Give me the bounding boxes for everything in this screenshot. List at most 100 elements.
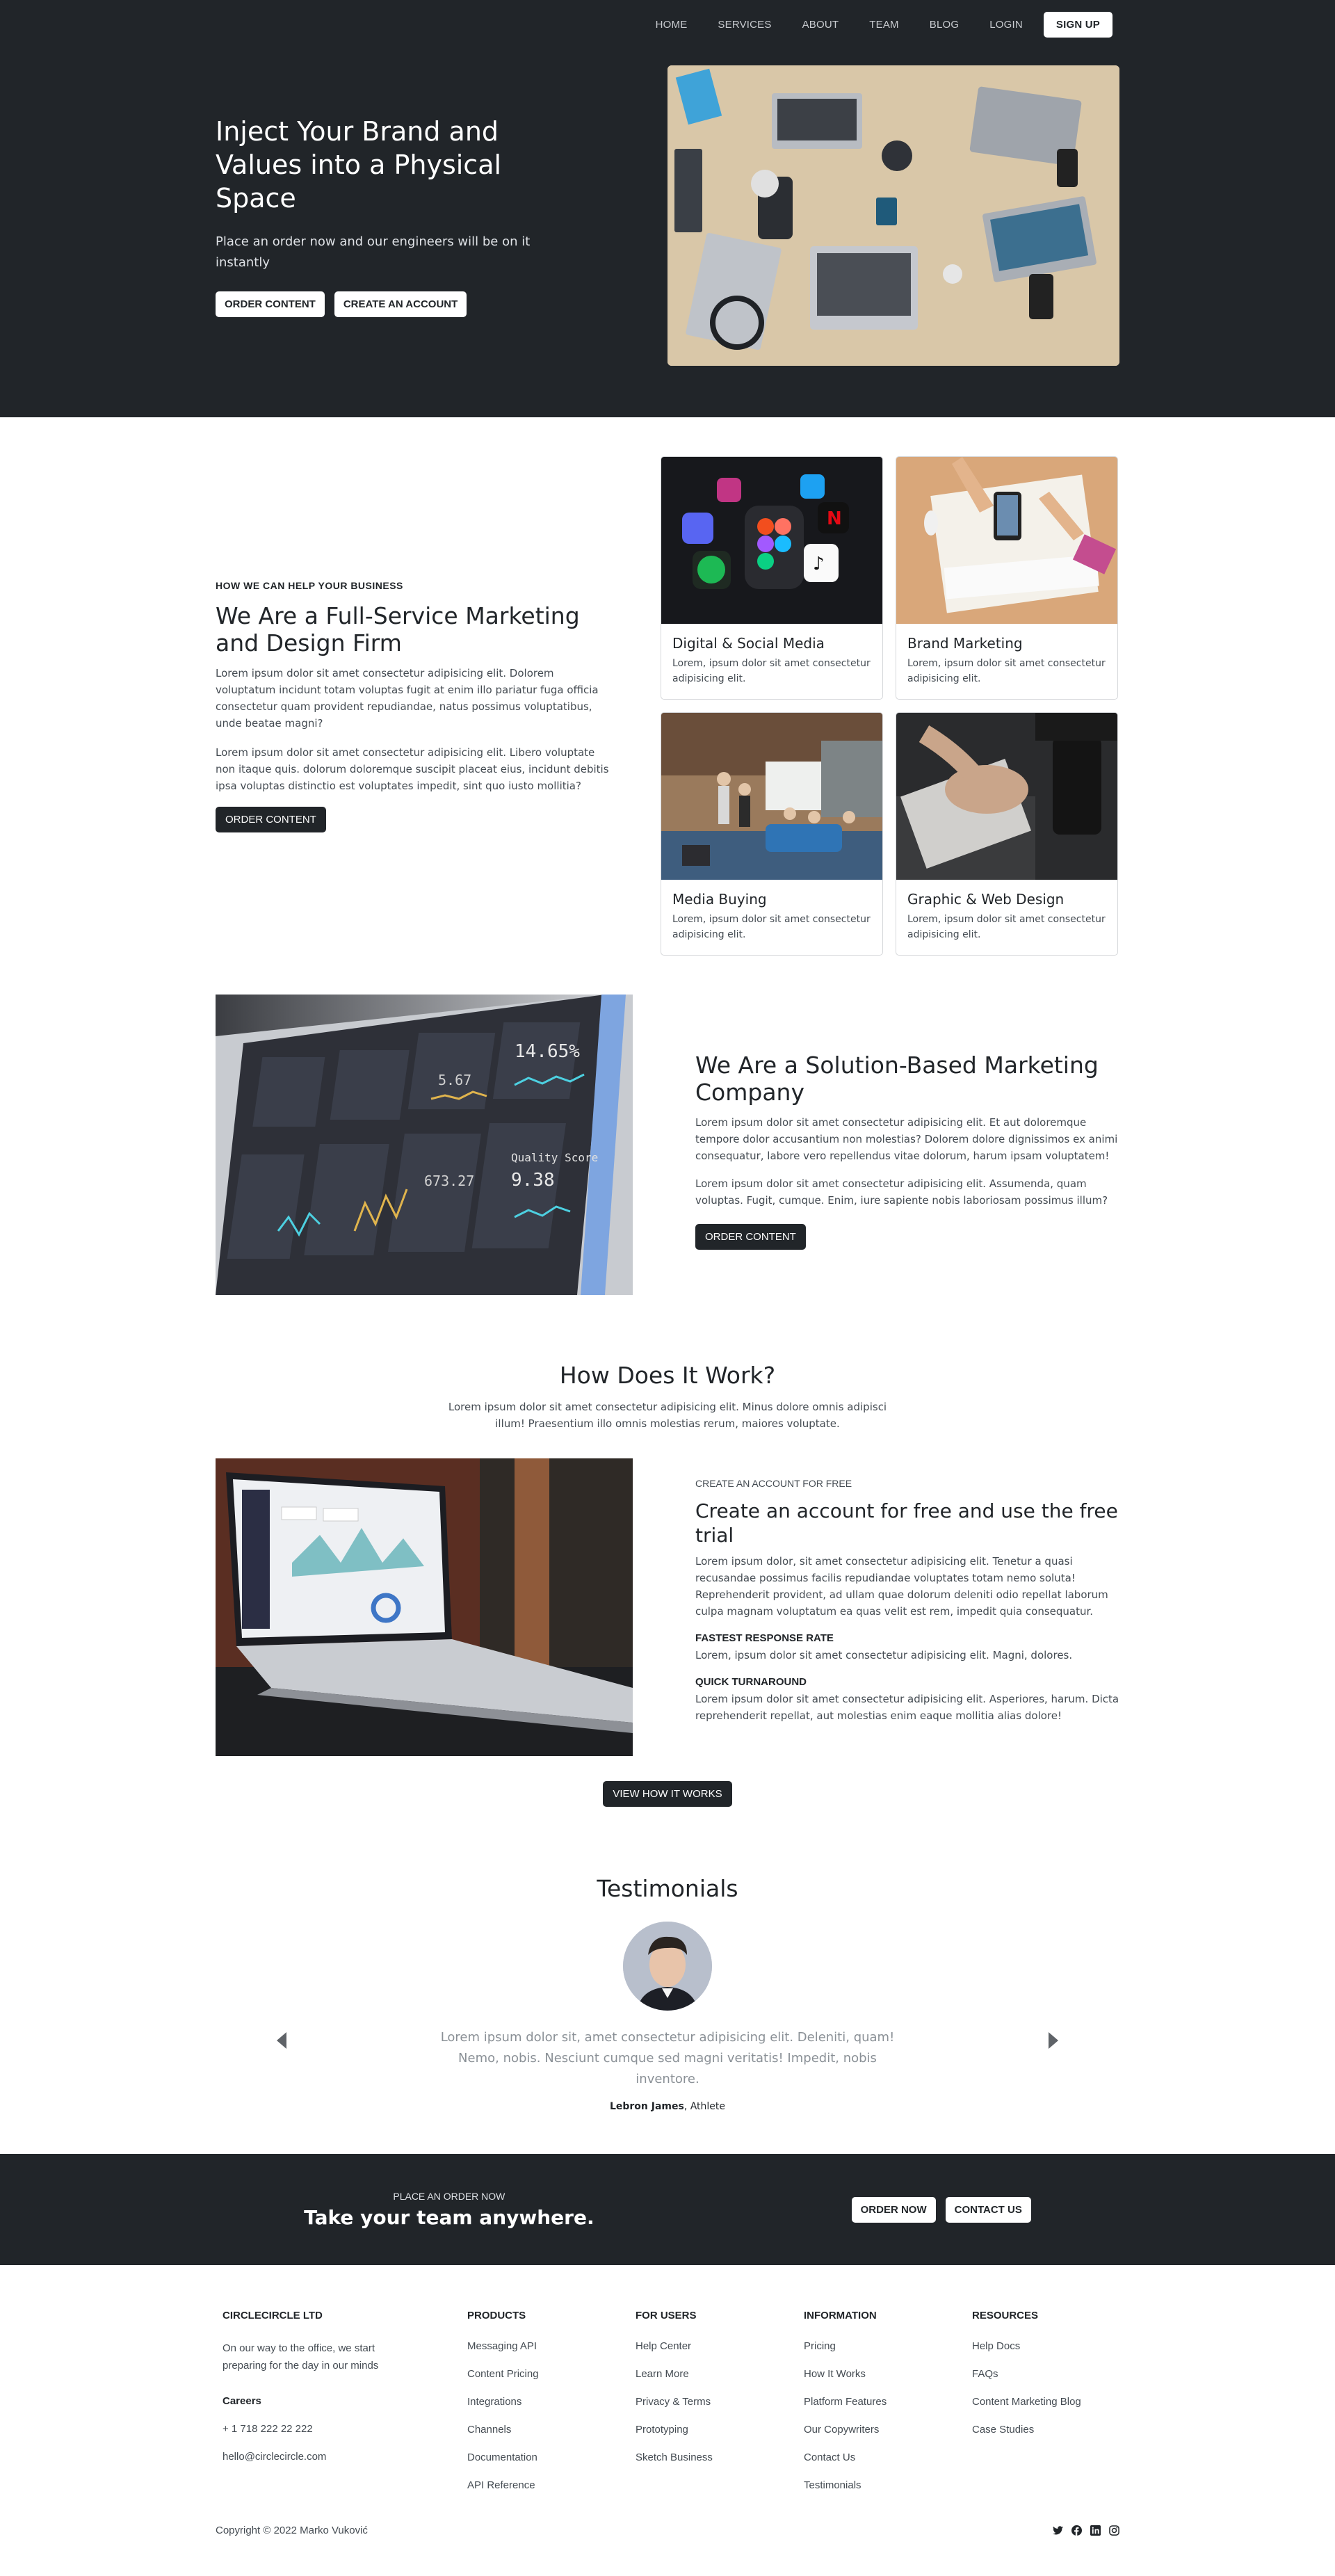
nav-login[interactable]: LOGIN <box>974 19 1038 31</box>
footer-link[interactable]: How It Works <box>804 2367 972 2381</box>
footer-column-title: RESOURCES <box>972 2310 1039 2321</box>
footer-email[interactable]: hello@circlecircle.com <box>222 2450 467 2464</box>
services-order-button[interactable]: ORDER CONTENT <box>216 806 326 832</box>
footer-link[interactable]: Testimonials <box>804 2479 972 2493</box>
footer-link[interactable]: FAQs <box>972 2367 1111 2381</box>
footer-column-title: INFORMATION <box>804 2310 877 2321</box>
services-title: We Are a Full-Service Marketing and Desi… <box>216 602 580 657</box>
media-buying-image <box>661 713 882 880</box>
feature-text-turnaround: Lorem ipsum dolor sit amet consectetur a… <box>695 1693 1119 1722</box>
footer-link[interactable]: Content Pricing <box>467 2367 636 2381</box>
main-nav: HOME SERVICES ABOUT TEAM BLOG LOGIN SIGN… <box>216 0 1119 49</box>
svg-text:N: N <box>827 508 842 529</box>
footer-column-information: INFORMATION Pricing How It Works Platfor… <box>804 2310 972 2506</box>
footer-company-name: CIRCLECIRCLE LTD <box>222 2310 323 2321</box>
card-title: Graphic & Web Design <box>907 891 1065 908</box>
services-text: HOW WE CAN HELP YOUR BUSINESS We Are a F… <box>216 580 612 832</box>
footer-link[interactable]: Our Copywriters <box>804 2423 972 2437</box>
card-title: Brand Marketing <box>907 635 1023 652</box>
footer-link[interactable]: Sketch Business <box>636 2451 804 2465</box>
card-title: Media Buying <box>672 891 767 908</box>
facebook-icon[interactable] <box>1071 2525 1082 2536</box>
footer-link[interactable]: Content Marketing Blog <box>972 2395 1111 2409</box>
footer-careers: Careers <box>222 2395 261 2407</box>
footer-company: CIRCLECIRCLE LTD On our way to the offic… <box>222 2310 467 2506</box>
create-account-button[interactable]: CREATE AN ACCOUNT <box>334 291 467 317</box>
footer-column-title: PRODUCTS <box>467 2310 526 2321</box>
footer-link[interactable]: Contact Us <box>804 2451 972 2465</box>
laptop-dashboard-image <box>216 1458 633 1756</box>
solution-text: We Are a Solution-Based Marketing Compan… <box>695 1040 1119 1250</box>
footer-link[interactable]: Pricing <box>804 2340 972 2353</box>
contact-us-button[interactable]: CONTACT US <box>945 2196 1031 2223</box>
carousel-next-icon[interactable] <box>1049 2032 1058 2049</box>
footer-link[interactable]: Platform Features <box>804 2395 972 2409</box>
linkedin-icon[interactable] <box>1090 2525 1101 2536</box>
card-title: Digital & Social Media <box>672 635 825 652</box>
hero-title: Inject Your Brand and Values into a Phys… <box>216 115 502 214</box>
footer-link[interactable]: Privacy & Terms <box>636 2395 804 2409</box>
footer-link[interactable]: Help Center <box>636 2340 804 2353</box>
order-now-button[interactable]: ORDER NOW <box>851 2196 936 2223</box>
testimonial-name: Lebron James <box>609 2101 684 2112</box>
instagram-icon[interactable] <box>1109 2525 1119 2536</box>
services-cards: N ♪ Digital & Social Media Lorem, ipsum … <box>661 456 1119 956</box>
testimonial-quote: Lorem ipsum dolor sit, amet consectetur … <box>440 2030 895 2086</box>
footer-link[interactable]: Prototyping <box>636 2423 804 2437</box>
signup-button[interactable]: SIGN UP <box>1043 11 1112 38</box>
screen-value-cost: 5.67 <box>438 1072 471 1088</box>
footer-tagline: On our way to the office, we start prepa… <box>222 2342 379 2372</box>
testimonial-role: , Athlete <box>683 2101 726 2112</box>
footer-column-resources: RESOURCES Help Docs FAQs Content Marketi… <box>972 2310 1111 2506</box>
screen-label-quality: Quality Score <box>511 1151 598 1164</box>
cta-title: Take your team anywhere. <box>304 2205 594 2229</box>
nav-services[interactable]: SERVICES <box>702 19 786 31</box>
footer-link[interactable]: API Reference <box>467 2479 636 2493</box>
card-brand-marketing[interactable]: Brand Marketing Lorem, ipsum dolor sit a… <box>896 456 1118 700</box>
view-how-it-works-button[interactable]: VIEW HOW IT WORKS <box>603 1781 732 1807</box>
card-graphic-web[interactable]: Graphic & Web Design Lorem, ipsum dolor … <box>896 712 1118 956</box>
how-subtitle: Lorem ipsum dolor sit amet consectetur a… <box>448 1401 887 1430</box>
services-paragraph-2: Lorem ipsum dolor sit amet consectetur a… <box>216 746 609 792</box>
nav-about[interactable]: ABOUT <box>787 19 855 31</box>
nav-team[interactable]: TEAM <box>854 19 914 31</box>
hero-buttons: ORDER CONTENT CREATE AN ACCOUNT <box>216 291 535 317</box>
cta-section: PLACE AN ORDER NOW Take your team anywhe… <box>0 2154 1335 2265</box>
footer: CIRCLECIRCLE LTD On our way to the offic… <box>0 2265 1335 2566</box>
social-apps-image: N ♪ <box>661 457 882 624</box>
carousel-prev-icon[interactable] <box>277 2032 286 2049</box>
brand-sketch-image <box>896 457 1117 624</box>
card-text: Lorem, ipsum dolor sit amet consectetur … <box>672 914 871 940</box>
footer-link[interactable]: Case Studies <box>972 2423 1111 2437</box>
cta-text: PLACE AN ORDER NOW Take your team anywhe… <box>304 2191 594 2229</box>
card-text: Lorem, ipsum dolor sit amet consectetur … <box>672 658 871 684</box>
hero-image <box>668 65 1119 366</box>
screen-value-conversion: 673.27 <box>424 1173 474 1189</box>
footer-link[interactable]: Documentation <box>467 2451 636 2465</box>
footer-link[interactable]: Messaging API <box>467 2340 636 2353</box>
testimonials-title: Testimonials <box>597 1875 738 1902</box>
footer-phone[interactable]: + 1 718 222 22 222 <box>222 2422 467 2436</box>
testimonial-author: Lebron James, Athlete <box>216 2101 1119 2112</box>
services-section: HOW WE CAN HELP YOUR BUSINESS We Are a F… <box>0 417 1335 995</box>
solution-order-button[interactable]: ORDER CONTENT <box>695 1223 806 1250</box>
nav-blog[interactable]: BLOG <box>914 19 974 31</box>
footer-link[interactable]: Channels <box>467 2423 636 2437</box>
footer-link[interactable]: Help Docs <box>972 2340 1111 2353</box>
card-digital-social[interactable]: N ♪ Digital & Social Media Lorem, ipsum … <box>661 456 883 700</box>
copyright: Copyright © 2022 Marko Vuković <box>216 2525 368 2536</box>
services-eyebrow: HOW WE CAN HELP YOUR BUSINESS <box>216 579 403 591</box>
analytics-screen-image: 14.65% 5.67 Quality Score 9.38 673.27 <box>216 995 633 1295</box>
twitter-icon[interactable] <box>1053 2525 1063 2536</box>
order-content-button[interactable]: ORDER CONTENT <box>216 291 325 317</box>
screen-value-quality: 9.38 <box>511 1170 555 1191</box>
footer-link[interactable]: Integrations <box>467 2395 636 2409</box>
how-it-works-section: How Does It Work? Lorem ipsum dolor sit … <box>0 1351 1335 1807</box>
footer-link[interactable]: Learn More <box>636 2367 804 2381</box>
how-paragraph: Lorem ipsum dolor, sit amet consectetur … <box>695 1555 1108 1618</box>
hero-text: Inject Your Brand and Values into a Phys… <box>216 115 535 317</box>
solution-paragraph-2: Lorem ipsum dolor sit amet consectetur a… <box>695 1177 1108 1207</box>
solution-title: We Are a Solution-Based Marketing Compan… <box>695 1051 1099 1106</box>
nav-home[interactable]: HOME <box>640 19 703 31</box>
card-media-buying[interactable]: Media Buying Lorem, ipsum dolor sit amet… <box>661 712 883 956</box>
